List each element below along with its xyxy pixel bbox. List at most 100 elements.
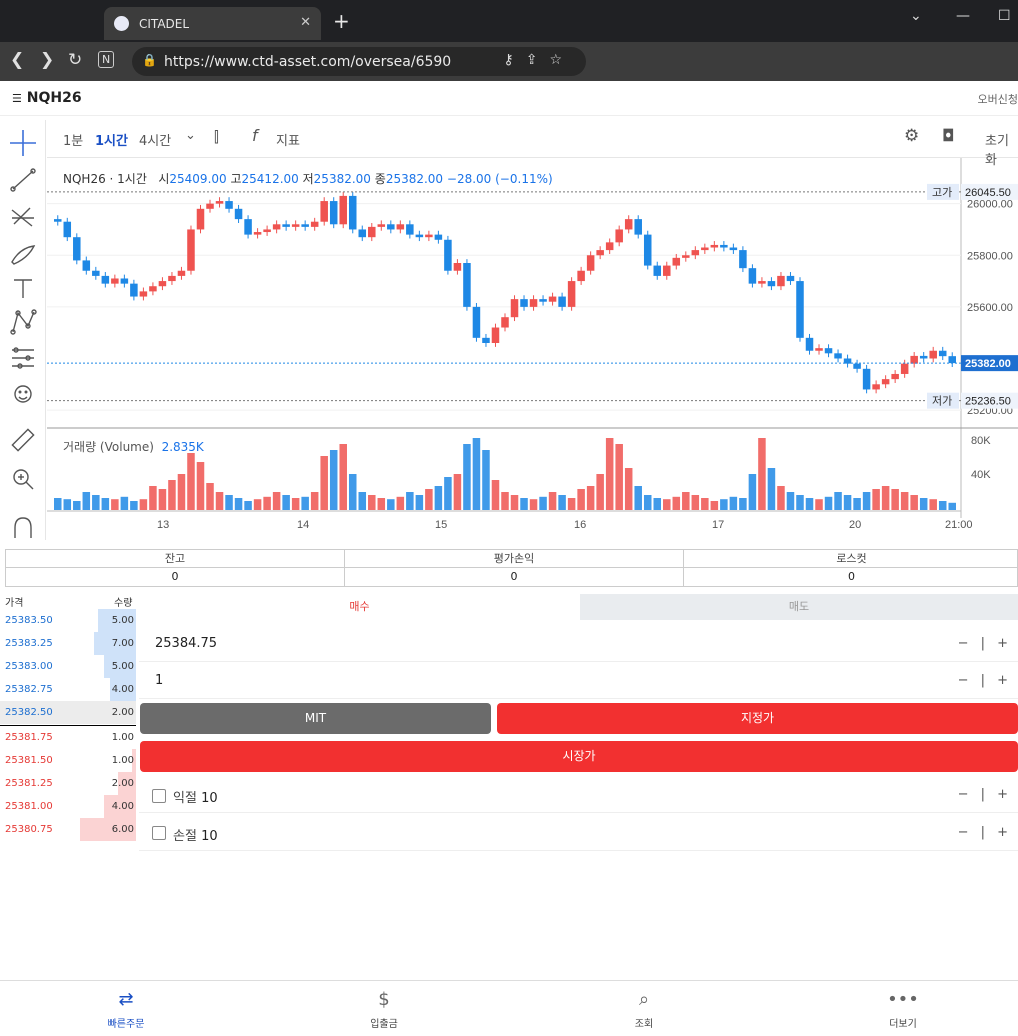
take-profit-stepper[interactable]: − | + — [958, 787, 1012, 802]
text-icon[interactable] — [14, 279, 32, 298]
volume-bar — [196, 462, 205, 510]
settings-gear-icon[interactable]: ⚙ — [904, 126, 919, 146]
open-value: 25409.00 — [169, 172, 227, 186]
mit-button[interactable]: MIT — [140, 703, 491, 734]
pattern-icon[interactable] — [10, 309, 37, 335]
reload-icon[interactable]: ↻ — [68, 50, 82, 70]
address-actions-icon[interactable]: ⚷⇪☆ — [503, 52, 574, 68]
candle-body — [710, 244, 719, 248]
crosshair-icon[interactable] — [10, 130, 36, 156]
browser-tab[interactable]: CITADEL ✕ — [104, 7, 321, 40]
forecast-icon[interactable] — [12, 347, 34, 369]
qty-field[interactable]: 1 − | + — [139, 663, 1018, 699]
take-profit-label: 익절 — [173, 791, 197, 806]
candle-body — [291, 224, 300, 227]
new-tab-button[interactable]: + — [333, 9, 350, 33]
magnet-icon[interactable] — [14, 517, 32, 538]
price-input[interactable]: 25384.75 — [155, 636, 217, 651]
take-profit-checkbox[interactable] — [152, 789, 166, 803]
stop-loss-stepper[interactable]: − | + — [958, 825, 1012, 840]
volume-bar — [853, 498, 861, 510]
candle-body — [691, 250, 700, 256]
volume-bar — [900, 492, 909, 510]
ask-qty: 7.00 — [111, 638, 134, 649]
stop-loss-value[interactable]: 10 — [201, 829, 218, 844]
time-tick-label: 21:00 — [945, 519, 973, 531]
price-chart[interactable]: 26000.00 25800.00 25600.00 25200.00 80K 40K 고가… — [47, 158, 1018, 540]
nav-inquiry[interactable]: ⌕ 조회 — [584, 981, 704, 1036]
menu-icon[interactable]: ☰ — [12, 92, 22, 105]
brush-icon[interactable] — [11, 245, 36, 265]
volume-bar — [348, 474, 357, 510]
bid-row[interactable]: 25381.25 2.00 — [0, 772, 136, 795]
interval-dropdown-icon[interactable]: ⌄ — [185, 128, 196, 143]
stop-loss-checkbox[interactable] — [152, 826, 166, 840]
tab-list-icon[interactable]: ⌄ — [910, 8, 922, 24]
ask-row[interactable]: 25383.50 5.00 — [0, 609, 136, 632]
qty-input[interactable]: 1 — [155, 673, 163, 688]
volume-bar — [444, 477, 452, 510]
bid-row[interactable]: 25380.75 6.00 — [0, 818, 136, 841]
volume-bar — [919, 498, 928, 510]
limit-order-button[interactable]: 지정가 — [497, 703, 1018, 734]
candle-body — [577, 270, 585, 282]
price-field[interactable]: 25384.75 − | + — [139, 626, 1018, 662]
candle-body — [425, 234, 433, 238]
bid-row[interactable]: 25381.00 4.00 — [0, 795, 136, 818]
minimize-icon[interactable]: — — [956, 8, 970, 24]
candle-type-icon[interactable]: ⫿ — [214, 128, 219, 146]
take-profit-value[interactable]: 10 — [201, 791, 218, 806]
ask-row[interactable]: 25383.00 5.00 — [0, 655, 136, 678]
back-icon[interactable]: ❮ — [10, 50, 24, 70]
volume-bar — [834, 492, 842, 510]
candle-body — [501, 317, 509, 328]
interval-1m[interactable]: 1분 — [63, 130, 83, 149]
volume-legend: 거래량 (Volume) 2.835K — [63, 438, 204, 455]
ruler-icon[interactable] — [11, 428, 35, 452]
interval-1h[interactable]: 1시간 — [95, 130, 128, 149]
nav-deposit[interactable]: $ 입출금 — [324, 981, 444, 1036]
tab-sell[interactable]: 매도 — [580, 594, 1018, 620]
tab-close-icon[interactable]: ✕ — [300, 15, 311, 30]
market-order-button[interactable]: 시장가 — [140, 741, 1018, 772]
price-stepper[interactable]: − | + — [958, 636, 1012, 651]
camera-icon[interactable]: ◘ — [942, 126, 955, 145]
bid-row[interactable]: 25381.75 1.00 — [0, 726, 136, 749]
indicator-button[interactable]: 지표 — [276, 130, 300, 149]
ask-row[interactable]: 25382.75 4.00 — [0, 678, 136, 701]
time-tick-label: 13 — [157, 519, 169, 531]
ask-price: 25382.50 — [5, 707, 53, 718]
ask-row[interactable]: 25382.50 2.00 — [0, 701, 136, 724]
volume-bar — [282, 495, 290, 510]
trend-line-icon[interactable] — [10, 168, 36, 192]
candle-body — [415, 234, 424, 238]
bid-row[interactable]: 25381.50 1.00 — [0, 749, 136, 772]
candle-body — [653, 265, 662, 276]
emoji-icon[interactable] — [14, 385, 32, 403]
candle-body — [320, 201, 328, 222]
ask-row[interactable]: 25383.25 7.00 — [0, 632, 136, 655]
tab-buy[interactable]: 매수 — [139, 594, 580, 620]
candle-body — [663, 265, 671, 276]
url-field[interactable]: 🔒 https://www.ctd-asset.com/oversea/6590… — [132, 47, 586, 76]
interval-4h[interactable]: 4시간 — [139, 130, 171, 149]
bid-price: 25381.00 — [5, 801, 53, 812]
candle-body — [272, 224, 281, 230]
news-icon[interactable]: N — [98, 51, 115, 68]
forward-icon[interactable]: ❯ — [40, 50, 54, 70]
candle-body — [872, 384, 880, 390]
candle-body — [910, 355, 918, 364]
nav-more[interactable]: ••• 더보기 — [843, 981, 963, 1036]
overnight-link[interactable]: 오버신청 — [978, 91, 1018, 107]
volume-bar — [815, 499, 823, 510]
marker-label: 저가 — [932, 395, 952, 408]
zoom-icon[interactable] — [13, 469, 34, 490]
candle-body — [339, 195, 347, 225]
fib-icon[interactable] — [11, 207, 34, 227]
maximize-icon[interactable]: ☐ — [998, 8, 1011, 24]
volume-bar — [758, 438, 766, 510]
function-icon[interactable]: f — [252, 126, 258, 145]
candle-body — [253, 232, 262, 235]
nav-quick-order[interactable]: ⇄ 빠른주문 — [66, 981, 186, 1036]
qty-stepper[interactable]: − | + — [958, 673, 1012, 688]
